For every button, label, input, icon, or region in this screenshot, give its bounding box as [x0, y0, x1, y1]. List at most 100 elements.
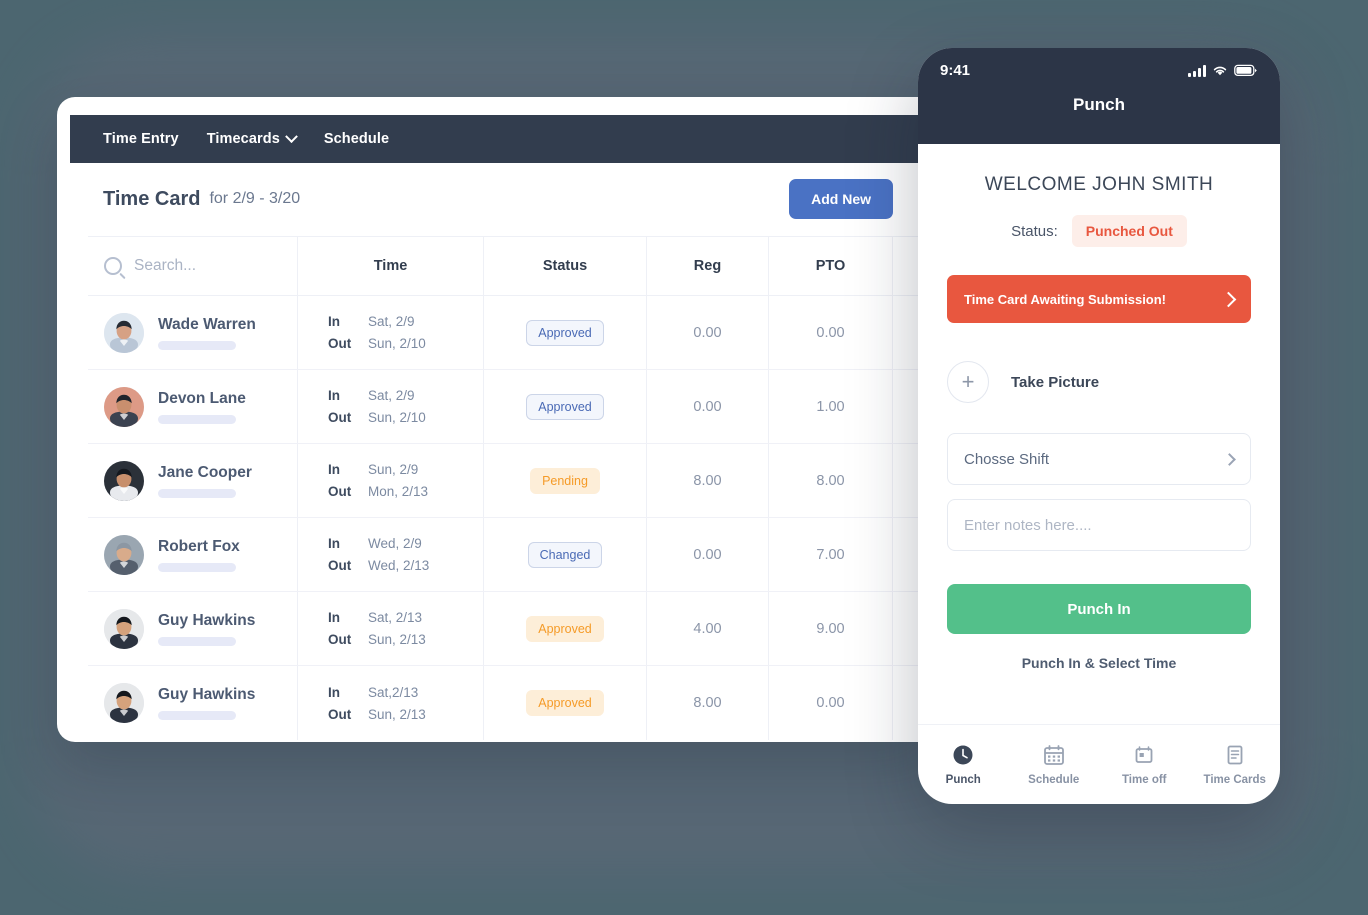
notes-field[interactable]	[947, 499, 1251, 551]
out-label: Out	[328, 632, 352, 647]
table-row[interactable]: Guy Hawkins In Sat,2/13 Out Sun, 2/13 Appr…	[88, 666, 937, 740]
chevron-right-icon	[1220, 291, 1237, 307]
page-subtitle: for 2/9 - 3/20	[209, 190, 301, 207]
welcome-text: WELCOME JOHN SMITH	[984, 174, 1214, 195]
time-cell: In Wed, 2/9 Out Wed, 2/13	[298, 518, 484, 591]
status-badge[interactable]: Approved	[526, 615, 604, 642]
pto-cell: 1.00	[769, 370, 893, 443]
tab-label: Schedule	[1028, 773, 1080, 786]
employee-cell: Devon Lane	[88, 370, 298, 443]
plus-icon[interactable]: +	[947, 361, 989, 403]
tab-time-off[interactable]: Time off	[1099, 744, 1190, 786]
in-value: Sat, 2/9	[368, 388, 415, 403]
punch-status-row: Status: Punched Out	[918, 215, 1280, 247]
in-label: In	[328, 610, 340, 625]
status-badge[interactable]: Approved	[526, 393, 604, 420]
employee-cell: Robert Fox	[88, 518, 298, 591]
status-badge[interactable]: Changed	[527, 541, 603, 568]
out-label: Out	[328, 558, 352, 573]
punch-in-select-time-link[interactable]: Punch In & Select Time	[918, 655, 1280, 671]
avatar	[104, 386, 144, 427]
chevron-down-icon	[285, 129, 298, 143]
top-navigation: Time Entry Timecards Schedule	[70, 115, 937, 163]
choose-shift-select[interactable]: Chosse Shift	[947, 433, 1251, 485]
pto-cell: 8.00	[769, 444, 893, 517]
employee-cell: Wade Warren	[88, 296, 298, 369]
table-row[interactable]: Jane Cooper In Sun, 2/9 Out Mon, 2/13 Pend…	[88, 444, 937, 518]
name-placeholder-bar	[158, 711, 236, 720]
out-value: Sun, 2/13	[368, 632, 426, 647]
reg-cell: 8.00	[647, 666, 769, 740]
document-icon	[1224, 744, 1246, 766]
avatar	[104, 534, 144, 575]
reg-cell: 4.00	[647, 592, 769, 665]
in-value: Sat, 2/9	[368, 314, 415, 329]
reg-cell: 0.00	[647, 518, 769, 591]
status-badge[interactable]: Approved	[526, 690, 604, 716]
avatar	[104, 312, 144, 353]
mobile-phone-frame: 9:41 Punch WELCOME JOHN SMITH Status: Pu…	[918, 48, 1280, 804]
time-cell: In Sat, 2/9 Out Sun, 2/10	[298, 370, 484, 443]
in-value: Sat,2/13	[368, 684, 419, 700]
column-header-reg: Reg	[647, 237, 769, 295]
page-title: Time Card	[103, 187, 201, 210]
phone-header: 9:41 Punch	[918, 48, 1280, 144]
calendar-icon	[1043, 744, 1065, 766]
status-cell: Approved	[484, 296, 647, 369]
table-row[interactable]: Wade Warren In Sat, 2/9 Out Sun, 2/10 Appr…	[88, 296, 937, 370]
in-label: In	[328, 536, 340, 551]
in-value: Sun, 2/9	[368, 462, 419, 477]
out-value: Mon, 2/13	[368, 484, 429, 499]
time-cell: In Sat, 2/9 Out Sun, 2/10	[298, 296, 484, 369]
time-cell: In Sat, 2/13 Out Sun, 2/13	[298, 592, 484, 665]
out-label: Out	[328, 706, 352, 722]
pto-cell: 0.00	[769, 296, 893, 369]
chevron-right-icon	[1223, 452, 1236, 466]
out-label: Out	[328, 336, 352, 351]
reg-cell: 0.00	[647, 296, 769, 369]
tab-schedule[interactable]: Schedule	[1009, 744, 1100, 786]
notes-input[interactable]	[964, 516, 1234, 534]
tab-time-cards[interactable]: Time Cards	[1190, 744, 1281, 786]
nav-item-schedule[interactable]: Schedule	[324, 131, 389, 147]
timecard-alert-banner[interactable]: Time Card Awaiting Submission!	[947, 275, 1251, 323]
employee-cell: Guy Hawkins	[88, 666, 298, 740]
search-cell[interactable]	[88, 237, 298, 295]
punch-in-button[interactable]: Punch In	[947, 584, 1251, 634]
avatar	[104, 460, 144, 501]
take-picture-row[interactable]: + Take Picture	[947, 361, 1280, 403]
employee-name: Robert Fox	[158, 537, 240, 555]
table-row[interactable]: Robert Fox In Wed, 2/9 Out Wed, 2/13 Chang…	[88, 518, 937, 592]
name-placeholder-bar	[158, 562, 236, 572]
status-label: Status:	[1011, 222, 1058, 240]
search-input[interactable]	[134, 257, 274, 275]
battery-icon	[1234, 64, 1257, 77]
status-badge[interactable]: Approved	[526, 319, 604, 346]
reg-cell: 8.00	[647, 444, 769, 517]
table-row[interactable]: Devon Lane In Sat, 2/9 Out Sun, 2/10 Appro…	[88, 370, 937, 444]
time-cell: In Sun, 2/9 Out Mon, 2/13	[298, 444, 484, 517]
status-cell: Approved	[484, 370, 647, 443]
table-body: Wade Warren In Sat, 2/9 Out Sun, 2/10 Appr…	[88, 296, 937, 740]
tab-punch[interactable]: Punch	[918, 744, 1009, 786]
nav-label: Time Entry	[103, 131, 179, 147]
column-header-time: Time	[298, 237, 484, 295]
nav-item-timecards[interactable]: Timecards	[207, 129, 298, 147]
clock-icon	[952, 744, 974, 766]
employee-cell: Guy Hawkins	[88, 592, 298, 665]
in-label: In	[328, 684, 340, 700]
pto-cell: 7.00	[769, 518, 893, 591]
add-new-button[interactable]: Add New	[789, 179, 893, 219]
employee-cell: Jane Cooper	[88, 444, 298, 517]
signal-icon	[1188, 65, 1206, 77]
status-badge[interactable]: Pending	[530, 467, 600, 494]
calendar-day-icon	[1133, 744, 1155, 766]
alert-text: Time Card Awaiting Submission!	[964, 291, 1167, 307]
table-row[interactable]: Guy Hawkins In Sat, 2/13 Out Sun, 2/13 App…	[88, 592, 937, 666]
bottom-tab-bar: Punch Schedule Time off Time Cards	[918, 724, 1280, 804]
in-label: In	[328, 388, 340, 403]
in-value: Sat, 2/13	[368, 610, 423, 625]
status-cell: Approved	[484, 592, 647, 665]
nav-item-time-entry[interactable]: Time Entry	[103, 131, 179, 147]
avatar	[104, 683, 144, 723]
